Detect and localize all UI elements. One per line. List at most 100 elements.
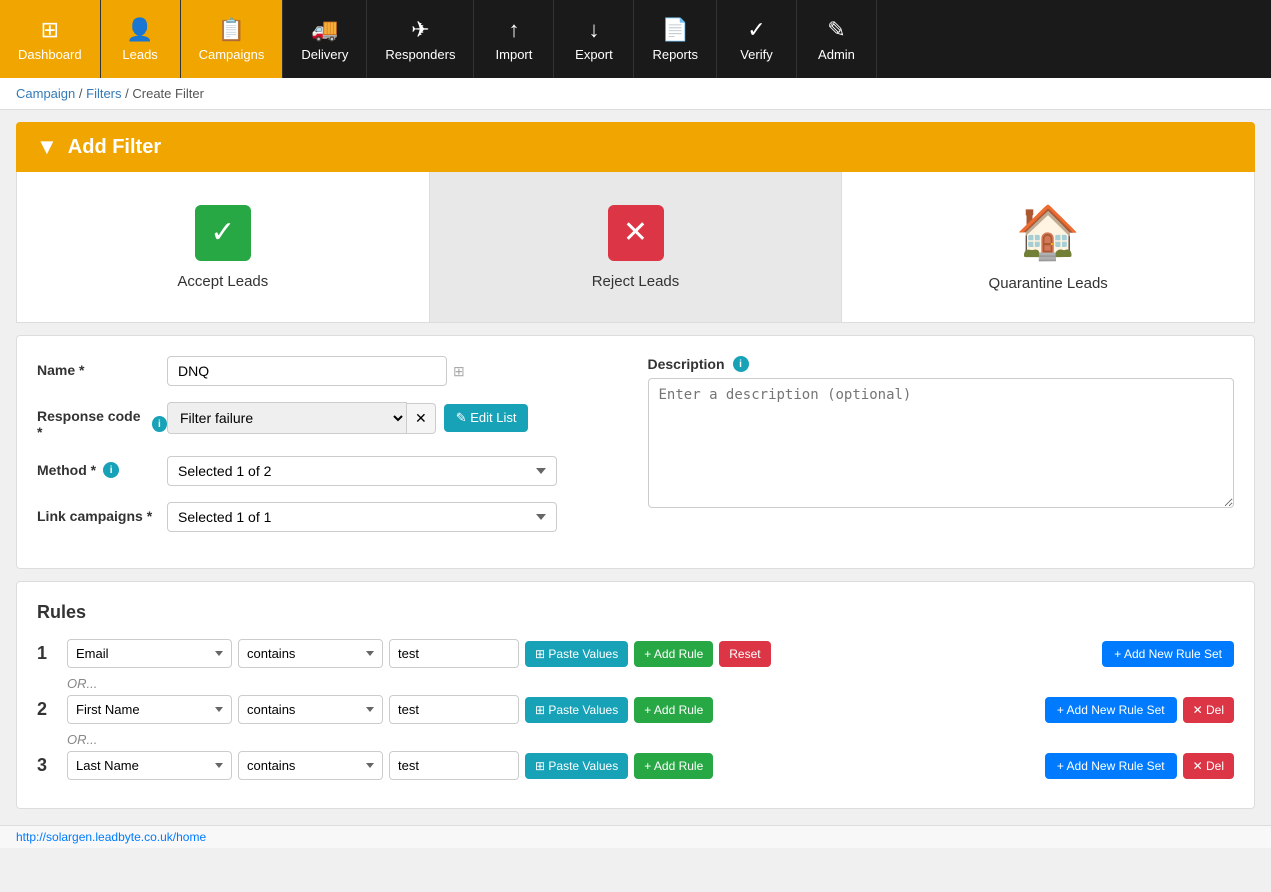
- rule-actions-right-3: + Add New Rule Set ✕ Del: [1045, 753, 1234, 779]
- reports-icon: 📄: [662, 17, 689, 43]
- rule-operator-1[interactable]: contains: [238, 639, 383, 668]
- add-rule-2[interactable]: + Add Rule: [634, 697, 713, 723]
- name-label: Name *: [37, 356, 167, 378]
- nav-delivery-label: Delivery: [301, 47, 348, 62]
- method-info[interactable]: i: [103, 462, 119, 478]
- reject-icon: ✕: [608, 205, 664, 261]
- filter-card-quarantine[interactable]: 🏠 Quarantine Leads: [842, 172, 1254, 322]
- export-icon: ↓: [588, 17, 599, 43]
- page-content: ▼ Add Filter ✓ Accept Leads ✕ Reject Lea…: [0, 122, 1271, 825]
- add-rule-1[interactable]: + Add Rule: [634, 641, 713, 667]
- rule-operator-3[interactable]: contains: [238, 751, 383, 780]
- nav-leads-label: Leads: [122, 47, 157, 62]
- del-rule-2[interactable]: ✕ Del: [1183, 697, 1234, 723]
- filter-card-accept[interactable]: ✓ Accept Leads: [17, 172, 430, 322]
- method-row: Method * i Selected 1 of 2: [37, 456, 624, 486]
- description-area: Description i: [648, 356, 1235, 548]
- breadcrumb-campaign[interactable]: Campaign: [16, 86, 75, 101]
- link-campaigns-row: Link campaigns * Selected 1 of 1: [37, 502, 624, 532]
- nav-verify[interactable]: ✓ Verify: [717, 0, 797, 78]
- link-campaigns-select[interactable]: Selected 1 of 1: [167, 502, 557, 532]
- filter-form: Name * ⊞ Response code * i Filter failur…: [16, 335, 1255, 569]
- reject-label: Reject Leads: [592, 273, 680, 290]
- paste-values-2[interactable]: ⊞ Paste Values: [525, 697, 628, 723]
- paste-values-1[interactable]: ⊞ Paste Values: [525, 641, 628, 667]
- add-rule-set-2[interactable]: + Add New Rule Set: [1045, 697, 1177, 723]
- response-code-info[interactable]: i: [152, 416, 167, 432]
- nav-export[interactable]: ↓ Export: [554, 0, 634, 78]
- status-bar: http://solargen.leadbyte.co.uk/home: [0, 825, 1271, 848]
- rules-title: Rules: [37, 602, 1234, 623]
- breadcrumb-current: Create Filter: [132, 86, 204, 101]
- name-icon: ⊞: [453, 363, 465, 380]
- admin-icon: ✎: [827, 17, 845, 43]
- rule-field-3[interactable]: Last Name: [67, 751, 232, 780]
- import-icon: ↑: [508, 17, 519, 43]
- rule-field-2[interactable]: First Name: [67, 695, 232, 724]
- filter-icon: ▼: [36, 134, 58, 160]
- add-filter-header: ▼ Add Filter: [16, 122, 1255, 172]
- description-label: Description i: [648, 356, 1235, 372]
- quarantine-icon: 🏠: [1016, 202, 1081, 263]
- add-rule-set-3[interactable]: + Add New Rule Set: [1045, 753, 1177, 779]
- nav-dashboard-label: Dashboard: [18, 47, 82, 62]
- link-campaigns-label: Link campaigns *: [37, 502, 167, 524]
- rule-row-2: 2 First Name contains ⊞ Paste Values + A…: [37, 695, 1234, 724]
- response-code-clear[interactable]: ✕: [407, 403, 436, 434]
- rule-row-3: 3 Last Name contains ⊞ Paste Values + Ad…: [37, 751, 1234, 780]
- accept-icon: ✓: [195, 205, 251, 261]
- nav-import[interactable]: ↑ Import: [474, 0, 554, 78]
- nav-dashboard[interactable]: ⊞ Dashboard: [0, 0, 101, 78]
- page-title: Add Filter: [68, 136, 161, 159]
- rule-actions-right-1: + Add New Rule Set: [1102, 641, 1234, 667]
- rule-value-1[interactable]: [389, 639, 519, 668]
- main-nav: ⊞ Dashboard 👤 Leads 📋 Campaigns 🚚 Delive…: [0, 0, 1271, 78]
- method-select-wrapper: Selected 1 of 2: [167, 456, 557, 486]
- filter-type-cards: ✓ Accept Leads ✕ Reject Leads 🏠 Quaranti…: [16, 172, 1255, 323]
- response-code-select[interactable]: Filter failure: [167, 402, 407, 434]
- responders-icon: ✈: [411, 17, 429, 43]
- response-code-row: Response code * i Filter failure ✕ ✎ Edi…: [37, 402, 624, 440]
- or-divider-2: OR...: [67, 732, 1234, 747]
- rule-field-1[interactable]: Email: [67, 639, 232, 668]
- breadcrumb: Campaign / Filters / Create Filter: [0, 78, 1271, 110]
- name-row: Name * ⊞: [37, 356, 624, 386]
- edit-list-button[interactable]: ✎ Edit List: [444, 404, 529, 432]
- delivery-icon: 🚚: [311, 17, 338, 43]
- rules-section: Rules 1 Email contains ⊞ Paste Values + …: [16, 581, 1255, 809]
- quarantine-label: Quarantine Leads: [989, 275, 1108, 292]
- nav-reports[interactable]: 📄 Reports: [634, 0, 717, 78]
- nav-responders[interactable]: ✈ Responders: [367, 0, 474, 78]
- nav-delivery[interactable]: 🚚 Delivery: [283, 0, 367, 78]
- method-label: Method * i: [37, 456, 167, 478]
- add-rule-set-1[interactable]: + Add New Rule Set: [1102, 641, 1234, 667]
- reset-1[interactable]: Reset: [719, 641, 770, 667]
- accept-label: Accept Leads: [177, 273, 268, 290]
- nav-responders-label: Responders: [385, 47, 455, 62]
- nav-verify-label: Verify: [740, 47, 773, 62]
- rule-number-3: 3: [37, 755, 61, 776]
- paste-values-3[interactable]: ⊞ Paste Values: [525, 753, 628, 779]
- nav-export-label: Export: [575, 47, 613, 62]
- nav-admin[interactable]: ✎ Admin: [797, 0, 877, 78]
- name-input[interactable]: [167, 356, 447, 386]
- nav-campaigns-label: Campaigns: [199, 47, 265, 62]
- nav-leads[interactable]: 👤 Leads: [101, 0, 181, 78]
- filter-card-reject[interactable]: ✕ Reject Leads: [430, 172, 843, 322]
- status-url: http://solargen.leadbyte.co.uk/home: [16, 830, 206, 844]
- rule-number-2: 2: [37, 699, 61, 720]
- rule-value-3[interactable]: [389, 751, 519, 780]
- link-campaigns-select-wrapper: Selected 1 of 1: [167, 502, 557, 532]
- add-rule-3[interactable]: + Add Rule: [634, 753, 713, 779]
- rule-operator-2[interactable]: contains: [238, 695, 383, 724]
- breadcrumb-filters[interactable]: Filters: [86, 86, 121, 101]
- nav-campaigns[interactable]: 📋 Campaigns: [181, 0, 284, 78]
- campaigns-icon: 📋: [218, 17, 245, 43]
- nav-reports-label: Reports: [652, 47, 698, 62]
- method-select[interactable]: Selected 1 of 2: [167, 456, 557, 486]
- rule-value-2[interactable]: [389, 695, 519, 724]
- response-code-select-wrapper: Filter failure ✕ ✎ Edit List: [167, 402, 528, 434]
- description-info[interactable]: i: [733, 356, 749, 372]
- description-textarea[interactable]: [648, 378, 1235, 508]
- del-rule-3[interactable]: ✕ Del: [1183, 753, 1234, 779]
